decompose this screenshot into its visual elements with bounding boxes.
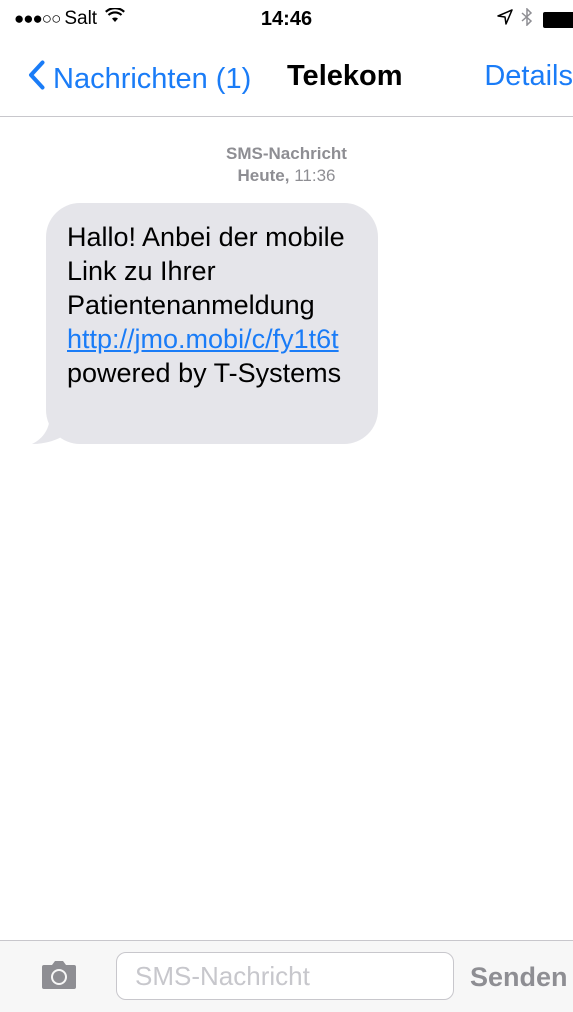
message-link[interactable]: http://jmo.mobi/c/fy1t6t — [67, 324, 339, 354]
back-button[interactable]: Nachrichten (1) — [28, 60, 251, 98]
bluetooth-icon — [521, 7, 533, 32]
message-timestamp: Heute, 11:36 — [0, 165, 573, 187]
conversation-title: Telekom — [287, 60, 403, 92]
message-type-label: SMS-Nachricht — [226, 144, 347, 163]
bubble-tail — [32, 414, 66, 444]
chevron-left-icon — [28, 60, 53, 98]
status-right — [497, 7, 573, 32]
message-body-text: Hallo! Anbei der mobile Link zu Ihrer Pa… — [67, 222, 345, 320]
status-bar: ●●●○○ Salt 14:46 — [0, 0, 573, 40]
location-arrow-icon — [497, 9, 513, 31]
message-day: Heute, — [237, 166, 290, 185]
navigation-bar: Nachrichten (1) Telekom Details — [0, 40, 573, 117]
battery-icon — [543, 12, 573, 28]
back-button-label: Nachrichten (1) — [53, 62, 252, 95]
message-text: Hallo! Anbei der mobile Link zu Ihrer Pa… — [67, 220, 367, 390]
message-time: 11:36 — [294, 166, 336, 185]
details-button[interactable]: Details — [484, 60, 573, 93]
message-input[interactable]: SMS-Nachricht — [116, 952, 454, 1000]
send-button[interactable]: Senden — [470, 962, 568, 993]
message-body-text-end: powered by T-Systems — [67, 358, 342, 388]
camera-icon[interactable] — [41, 960, 77, 995]
message-header: SMS-Nachricht Heute, 11:36 — [0, 143, 573, 187]
status-time: 14:46 — [260, 8, 313, 30]
